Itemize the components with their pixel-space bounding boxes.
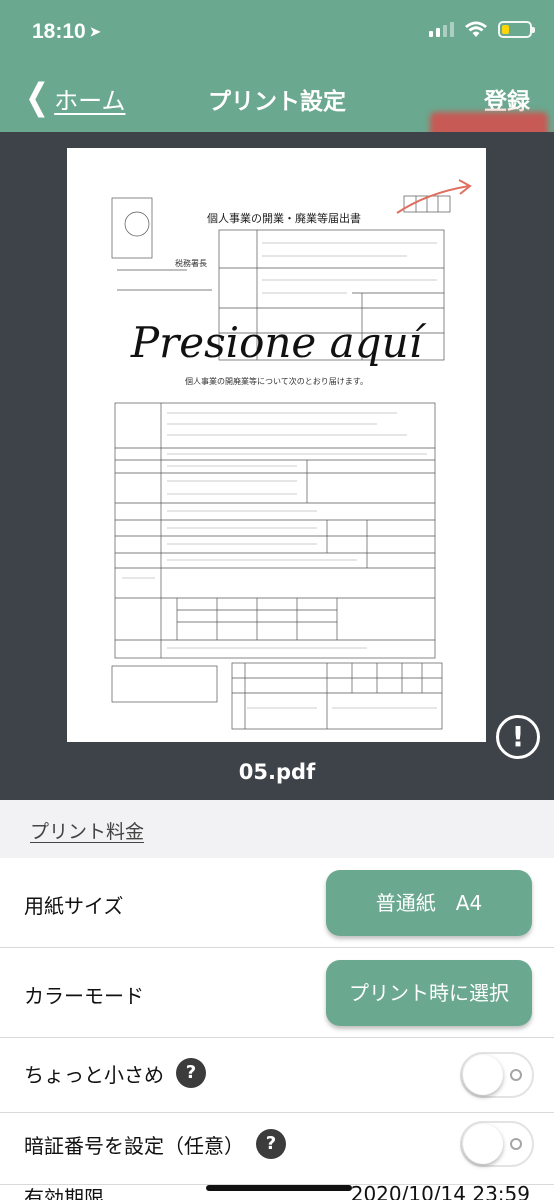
toggle-off-indicator [510,1138,522,1150]
press-here-overlay[interactable]: Presione aquí [67,318,486,367]
home-indicator [206,1185,352,1191]
pin-label: 暗証番号を設定（任意） [24,1133,244,1158]
print-price-link[interactable]: プリント料金 [30,817,144,844]
help-icon[interactable]: ? [256,1129,286,1159]
pin-row: 暗証番号を設定（任意） ? [0,1113,554,1185]
document-form-graphic [111,179,472,730]
paper-size-button[interactable]: 普通紙 A4 [326,870,532,936]
help-icon[interactable]: ? [176,1058,206,1088]
expiry-value[interactable]: 2020/10/14 23:59 [351,1182,530,1200]
status-icons [429,20,535,38]
toggle-off-indicator [510,1069,522,1081]
wifi-icon [465,21,487,37]
pin-toggle[interactable] [460,1121,534,1167]
paper-size-label: 用紙サイズ [24,894,124,918]
location-icon: ➤ [89,24,101,39]
file-name: 05.pdf [238,760,316,784]
pin-label-group: 暗証番号を設定（任意） ? [24,1129,286,1159]
settings-list: 用紙サイズ 普通紙 A4 カラーモード プリント時に選択 ちょっと小さめ ? 暗… [0,858,554,1200]
form-subtitle: 個人事業の開廃業等について次のとおり届けます。 [185,377,368,386]
document-preview-area: 個人事業の開業・廃業等届出書 税務署長 個人事業の開廃業等について次のとおり届け… [0,132,554,800]
color-mode-button[interactable]: プリント時に選択 [326,960,532,1026]
slightly-small-label-group: ちょっと小さめ ? [24,1058,206,1088]
battery-icon [498,20,535,38]
signal-icon [429,21,454,37]
form-tax-office: 税務署長 [175,259,207,268]
slightly-small-row: ちょっと小さめ ? [0,1038,554,1113]
color-mode-row: カラーモード プリント時に選択 [0,948,554,1038]
slightly-small-label: ちょっと小さめ [24,1062,164,1087]
register-button[interactable]: 登録 [484,82,530,116]
form-title: 個人事業の開業・廃業等届出書 [207,212,361,225]
price-section: プリント料金 [0,800,554,858]
slightly-small-toggle[interactable] [460,1052,534,1098]
status-time: 18:10 ➤ [32,20,101,44]
toggle-knob [463,1055,503,1095]
document-preview[interactable]: 個人事業の開業・廃業等届出書 税務署長 個人事業の開廃業等について次のとおり届け… [67,148,486,742]
page-title: プリント設定 [208,89,346,115]
status-time-text: 18:10 [32,20,86,43]
info-button[interactable]: ! [496,715,540,759]
color-mode-label: カラーモード [24,984,144,1008]
expiry-label: 有効期限 [24,1186,104,1200]
paper-size-row: 用紙サイズ 普通紙 A4 [0,858,554,948]
toggle-knob [463,1124,503,1164]
